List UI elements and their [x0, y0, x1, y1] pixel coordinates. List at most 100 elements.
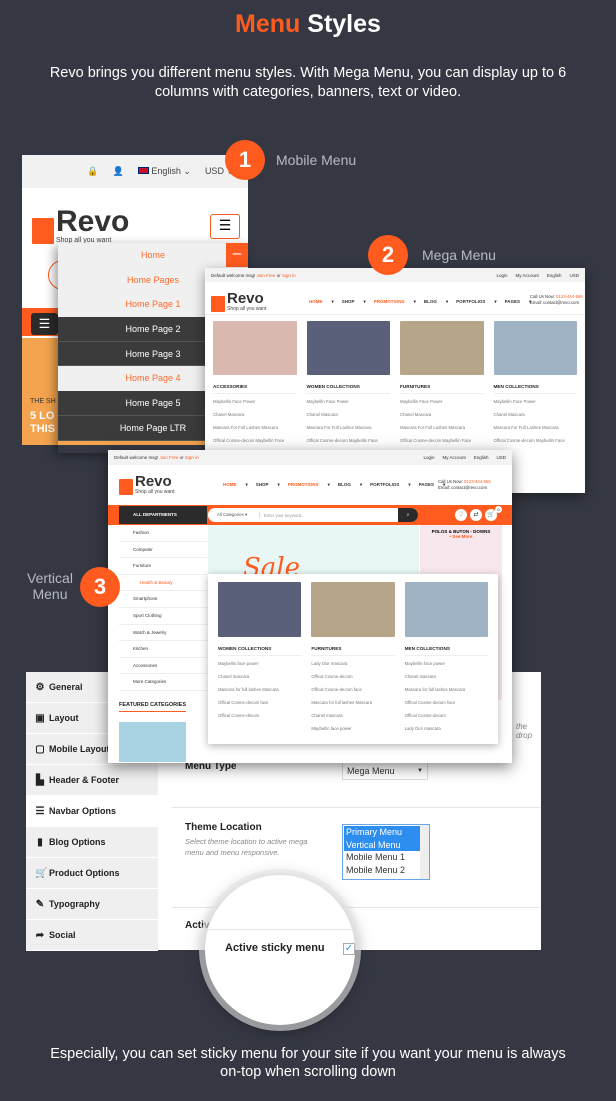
vertical-mega-title[interactable]: WOMEN COLLECTIONS: [218, 646, 302, 656]
user-icon[interactable]: 👤: [113, 166, 124, 177]
signin-link[interactable]: Sign in: [282, 273, 296, 278]
nav-item[interactable]: PAGES: [505, 299, 520, 305]
login-link[interactable]: Login: [423, 455, 434, 460]
theme-location-multiselect[interactable]: Primary Menu Vertical Menu Mobile Menu 1 Mo…: [342, 824, 430, 880]
vertical-mega-link[interactable]: Maybellin face power: [218, 661, 301, 666]
mega-column-title[interactable]: WOMEN COLLECTIONS: [306, 384, 390, 394]
vertical-mega-image[interactable]: [218, 582, 302, 637]
search-button[interactable]: ⌕: [398, 508, 418, 522]
vertical-mega-link[interactable]: Mascara for full lashes Mascara: [405, 687, 488, 692]
vertical-mega-link[interactable]: Offical Cosme-decom face: [405, 700, 488, 705]
vertical-category-item[interactable]: Kitchen: [119, 641, 207, 658]
see-more-link[interactable]: • See More: [424, 534, 498, 539]
sidebar-item-typography[interactable]: ✎ Typography: [26, 889, 158, 920]
compare-icon[interactable]: ⇄: [470, 509, 482, 521]
join-link[interactable]: Join Free: [160, 455, 179, 460]
logo[interactable]: Revo Shop all you want: [119, 474, 174, 495]
mega-link[interactable]: Maybellin Face Power: [400, 399, 484, 404]
mega-link[interactable]: Chanel Mascara: [307, 412, 391, 417]
vertical-category-item[interactable]: Smartphone: [119, 591, 207, 608]
mega-column-image[interactable]: [400, 321, 484, 375]
mega-column-image[interactable]: [213, 321, 297, 375]
mega-link[interactable]: Mascara For Full Lashes Mascara: [400, 425, 484, 430]
vertical-mega-link[interactable]: Chanel mascara: [311, 713, 394, 718]
mega-column-title[interactable]: ACCESSORIES: [213, 384, 297, 394]
vertical-category-item[interactable]: More Categories: [119, 674, 207, 691]
mobile-menu-item[interactable]: Home: [58, 243, 248, 268]
mega-link[interactable]: Offical Cosme-decom Maybellin Face: [213, 438, 297, 443]
mega-link[interactable]: Chanel Mascara: [213, 412, 297, 417]
vertical-mega-link[interactable]: Maybellin face power: [311, 726, 394, 731]
vertical-category-item[interactable]: Watch & Jewelry: [119, 625, 207, 642]
nav-item[interactable]: BLOG: [424, 299, 437, 305]
search-input[interactable]: Enter your keyword...: [260, 513, 398, 518]
vertical-mega-title[interactable]: MEN COLLECTIONS: [404, 646, 488, 656]
theme-location-option[interactable]: Mobile Menu 2: [344, 864, 420, 877]
mega-link[interactable]: Maybellin Face Power: [494, 399, 578, 404]
all-departments-button[interactable]: ALL DEPARTMENTS: [119, 506, 207, 524]
vertical-mega-image[interactable]: [404, 582, 488, 637]
wishlist-icon[interactable]: ♡: [455, 509, 467, 521]
mega-column-title[interactable]: FURNITURES: [400, 384, 484, 394]
featured-image[interactable]: [119, 722, 186, 762]
mega-link[interactable]: Chanel Mascara: [494, 412, 578, 417]
lock-icon[interactable]: 🔒: [87, 166, 98, 177]
vertical-mega-link[interactable]: Mascara for full lashes Mascara: [218, 687, 301, 692]
vertical-mega-link[interactable]: Offical Cosme-decom: [218, 713, 301, 718]
category-select[interactable]: All Categories ▾: [208, 512, 260, 518]
vertical-mega-link[interactable]: Offical Cosme-decom face: [218, 700, 301, 705]
language-select[interactable]: English: [474, 455, 489, 460]
collapse-button[interactable]: –: [226, 243, 248, 267]
nav-item[interactable]: PROMOTIONS: [288, 482, 319, 488]
mega-link[interactable]: Mascara For Full Lashes Mascara: [494, 425, 578, 430]
currency-select[interactable]: USD: [496, 455, 506, 460]
mega-link[interactable]: Mascara For Full Lashes Mascara: [213, 425, 297, 430]
mega-link[interactable]: Mascara For Full Lashes Mascara: [307, 425, 391, 430]
sticky-menu-checkbox[interactable]: ✓: [343, 943, 355, 955]
mega-column-image[interactable]: [493, 321, 577, 375]
mega-link[interactable]: Offical Cosme-decom Maybellin Face: [400, 438, 484, 443]
vertical-mega-link[interactable]: Offical Cosme-decom: [405, 713, 488, 718]
language-select[interactable]: English: [547, 273, 562, 278]
vertical-category-item[interactable]: Health & Beauty: [119, 575, 207, 592]
login-link[interactable]: Login: [496, 273, 507, 278]
nav-item[interactable]: PROMOTIONS: [374, 299, 405, 305]
nav-item[interactable]: PORTFOLIOS: [370, 482, 399, 488]
scrollbar[interactable]: [420, 825, 429, 879]
vertical-mega-link[interactable]: Lady Dior mascara: [405, 726, 488, 731]
mega-link[interactable]: Offical Cosme-decom Maybellin Face: [494, 438, 578, 443]
account-link[interactable]: My Account: [515, 273, 538, 278]
vertical-mega-image[interactable]: [311, 582, 395, 637]
search-bar[interactable]: All Categories ▾ Enter your keyword... ⌕: [208, 508, 418, 522]
vertical-mega-link[interactable]: Maybellin face power: [405, 661, 488, 666]
nav-item[interactable]: PORTFOLIOS: [456, 299, 485, 305]
navbar-toggle-button[interactable]: ☰: [31, 313, 58, 335]
mega-column-title[interactable]: MEN COLLECTIONS: [493, 384, 577, 394]
vertical-mega-link[interactable]: Chanel mascara: [218, 674, 301, 679]
theme-location-option[interactable]: Mobile Menu 1: [344, 851, 420, 864]
vertical-category-item[interactable]: Computer: [119, 542, 207, 559]
signin-link[interactable]: Sign in: [185, 455, 199, 460]
vertical-mega-link[interactable]: Lady Dior mascara: [311, 661, 394, 666]
sidebar-item-header-footer[interactable]: ▙ Header & Footer: [26, 765, 158, 796]
join-link[interactable]: Join Free: [257, 273, 276, 278]
language-select[interactable]: English ⌄: [137, 166, 191, 177]
vertical-category-item[interactable]: Sport Clothing: [119, 608, 207, 625]
vertical-category-item[interactable]: Fashion: [119, 525, 207, 542]
sidebar-item-navbar-options[interactable]: ☰ Navbar Options: [26, 796, 158, 827]
vertical-mega-title[interactable]: FURNITURES: [311, 646, 395, 656]
nav-item[interactable]: SHOP: [342, 299, 355, 305]
nav-item[interactable]: PAGES: [419, 482, 434, 488]
theme-location-option[interactable]: Primary Menu: [344, 826, 420, 839]
vertical-mega-link[interactable]: Chanel mascara: [405, 674, 488, 679]
sidebar-item-product-options[interactable]: 🛒 Product Options: [26, 858, 158, 889]
vertical-mega-link[interactable]: Offical Cosme-decom face: [311, 687, 394, 692]
sidebar-item-social[interactable]: ➦ Social: [26, 920, 158, 951]
vertical-mega-link[interactable]: Mascara for full lashes Mascara: [311, 700, 394, 705]
mega-link[interactable]: Maybellin Face Power: [307, 399, 391, 404]
logo[interactable]: Revo Shop all you want: [32, 207, 129, 244]
menu-type-select[interactable]: Mega Menu ▼: [342, 762, 428, 780]
account-link[interactable]: My Account: [442, 455, 465, 460]
sidebar-item-blog-options[interactable]: ▮ Blog Options: [26, 827, 158, 858]
mega-link[interactable]: Chanel Mascara: [400, 412, 484, 417]
